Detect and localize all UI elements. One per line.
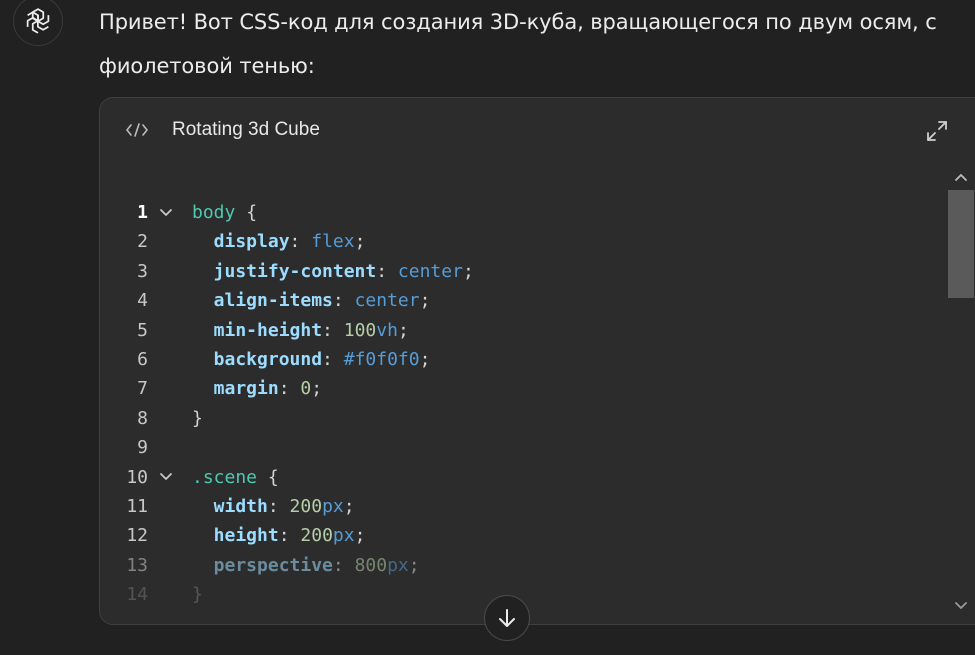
line-number: 2 [137,231,148,253]
code-token: 800 [354,554,388,576]
code-token: 200 [289,496,323,517]
code-token: ; [419,349,431,370]
code-editor[interactable]: 1 body {2 display: flex; 3 justify-content… [100,198,975,624]
code-text: width: 200px; [192,492,355,521]
code-text: perspective: 800px; [192,551,420,580]
line-number: 12 [126,525,148,547]
code-token: } [192,584,203,606]
code-token: ; [354,525,366,547]
assistant-avatar [13,0,63,46]
code-text: body { [192,198,257,227]
scroll-to-bottom-button[interactable] [484,595,530,641]
line-number: 5 [137,319,148,341]
code-icon [124,121,150,139]
code-token: display [192,231,290,253]
code-token: ; [343,496,355,517]
line-number: 9 [137,437,148,459]
code-text: } [192,404,203,433]
code-card-title: Rotating 3d Cube [172,119,320,140]
code-token: : [278,525,301,547]
scroll-down-icon[interactable] [954,601,968,611]
code-token: { [235,202,258,223]
line-number: 14 [126,584,148,606]
code-token: background [192,349,323,370]
code-token: ; [419,290,431,312]
code-text: margin: 0; [192,374,322,403]
code-token: } [192,407,203,429]
code-canvas-card: Rotating 3d Cube 1 body {2 display: flex;… [99,97,975,625]
code-token: ; [462,260,474,282]
code-token: ; [397,319,409,341]
code-token: : [376,260,398,282]
code-token: { [257,466,279,488]
code-text: align-items: center; [192,286,431,315]
fold-chevron-icon[interactable] [158,198,174,227]
code-token: .scene [192,466,258,488]
code-token: px [322,496,344,517]
code-text: .scene { [192,463,279,492]
scrollbar-thumb[interactable] [948,190,974,298]
line-number: 10 [126,466,148,488]
line-number: 4 [137,290,148,312]
code-text: background: #f0f0f0; [192,345,431,374]
code-token: : [267,496,290,517]
code-token: perspective [192,554,333,576]
openai-logo-icon [26,8,50,34]
expand-icon[interactable] [924,118,950,144]
code-token: ; [354,231,366,253]
line-number: 7 [137,378,148,400]
code-token: : [332,290,355,312]
code-token: align-items [192,290,333,312]
code-text: display: flex; [192,227,366,256]
code-token: 200 [300,525,333,547]
code-token: : [289,231,312,253]
code-card-header: Rotating 3d Cube [100,98,975,168]
message-line: фиолетовой тенью: [99,54,315,78]
arrow-down-icon [499,609,515,627]
code-token: width [192,496,268,517]
code-text: min-height: 100vh; [192,316,409,345]
line-number: 1 [137,202,148,223]
code-token: 0 [300,378,312,400]
line-number: 11 [126,496,148,517]
code-text: justify-content: center; [192,257,474,286]
code-text: } [192,580,203,609]
message-line: Привет! Вот CSS-код для создания 3D-куба… [99,10,937,34]
code-token: ; [408,554,420,576]
line-number: 13 [126,554,148,576]
code-token: min-height [192,319,323,341]
line-number: 6 [137,349,148,370]
code-token: margin [192,378,279,400]
assistant-message: Привет! Вот CSS-код для создания 3D-куба… [99,0,959,88]
code-token: height [192,525,279,547]
code-token: px [332,525,355,547]
code-token: justify-content [192,260,377,282]
code-token: vh [376,319,398,341]
fold-chevron-icon[interactable] [158,463,174,492]
code-token: : [332,554,355,576]
code-token: : [322,319,344,341]
code-token: : [322,349,344,370]
code-token: 100 [343,319,377,341]
code-token: px [387,554,409,576]
code-token: center [354,290,420,312]
code-token: flex [311,231,355,253]
code-text: height: 200px; [192,521,366,550]
line-number: 3 [137,260,148,282]
code-token: : [278,378,301,400]
line-number: 8 [137,407,148,429]
scroll-up-icon[interactable] [954,172,968,182]
code-token: center [397,260,463,282]
code-token: body [192,202,236,223]
code-token: ; [311,378,323,400]
code-token: #f0f0f0 [343,349,420,370]
